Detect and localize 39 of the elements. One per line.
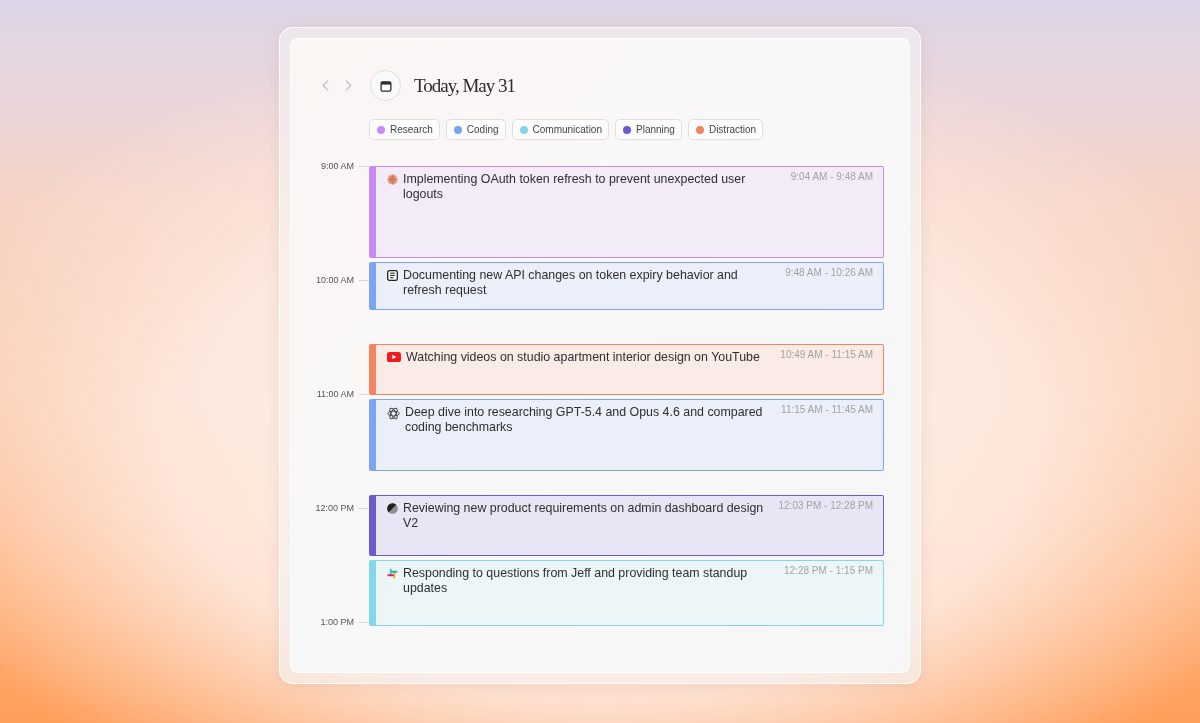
event-title: Implementing OAuth token refresh to prevent unexpected user logouts [403, 172, 747, 201]
event-time: 12:03 PM - 12:28 PM [778, 499, 873, 513]
category-chip[interactable]: Distraction [687, 119, 764, 140]
event-card[interactable]: Implementing OAuth token refresh to prevent unexpected user logouts 9:04 AM - 9:48 AM [369, 166, 884, 258]
event-card[interactable]: Documenting new API changes on token expiry behavior and refresh request 9:48 AM - 10:26 AM [369, 262, 884, 310]
event-time: 12:28 PM - 1:15 PM [784, 564, 873, 578]
category-chip[interactable]: Coding [445, 119, 506, 140]
date-title: Today, May 31 [414, 73, 516, 98]
calendar-button[interactable] [370, 70, 401, 101]
time-label: 12:00 PM [314, 502, 354, 515]
chevron-right-icon [344, 80, 352, 91]
event-title: Reviewing new product requirements on admin dashboard design V2 [403, 501, 765, 530]
category-chip[interactable]: Communication [511, 119, 609, 140]
event-title: Responding to questions from Jeff and providing team standup updates [403, 566, 749, 595]
event-time: 10:49 AM - 11:15 AM [780, 348, 873, 362]
event-title: Watching videos on studio apartment interior design on YouTube [406, 350, 761, 365]
time-label: 11:00 AM [315, 388, 354, 401]
chevron-left-icon [321, 80, 329, 91]
time-label: 1:00 PM [319, 616, 354, 629]
event-title: Deep dive into researching GPT-5.4 and Opus 4.6 and compared coding benchmarks [405, 405, 764, 434]
document-icon [387, 270, 398, 281]
event-time: 11:15 AM - 11:45 AM [781, 403, 873, 417]
play-button-icon [387, 352, 401, 362]
event-time: 9:48 AM - 10:26 AM [785, 266, 873, 280]
category-chip[interactable]: Planning [615, 119, 682, 140]
event-card[interactable]: Deep dive into researching GPT-5.4 and Opus 4.6 and compared coding benchmarks 11:15 AM - 11:45 AM [369, 399, 884, 471]
event-card[interactable]: Watching videos on studio apartment interior design on YouTube 10:49 AM - 11:15 AM [369, 344, 884, 395]
hash-icon [387, 568, 398, 579]
calendar-icon [379, 79, 392, 92]
time-label: 10:00 AM [314, 274, 354, 287]
time-label: 9:00 AM [319, 160, 354, 173]
event-card[interactable]: Reviewing new product requirements on admin dashboard design V2 12:03 PM - 12:28 PM [369, 495, 884, 556]
half-circle-icon [387, 503, 398, 514]
category-chip[interactable]: Research [369, 119, 440, 140]
atom-icon [387, 407, 400, 420]
event-title: Documenting new API changes on token expiry behavior and refresh request [403, 268, 739, 297]
event-time: 9:04 AM - 9:48 AM [790, 170, 873, 184]
sparkle-icon [387, 174, 398, 185]
event-card[interactable]: Responding to questions from Jeff and providing team standup updates 12:28 PM - 1:15 PM [369, 560, 884, 626]
